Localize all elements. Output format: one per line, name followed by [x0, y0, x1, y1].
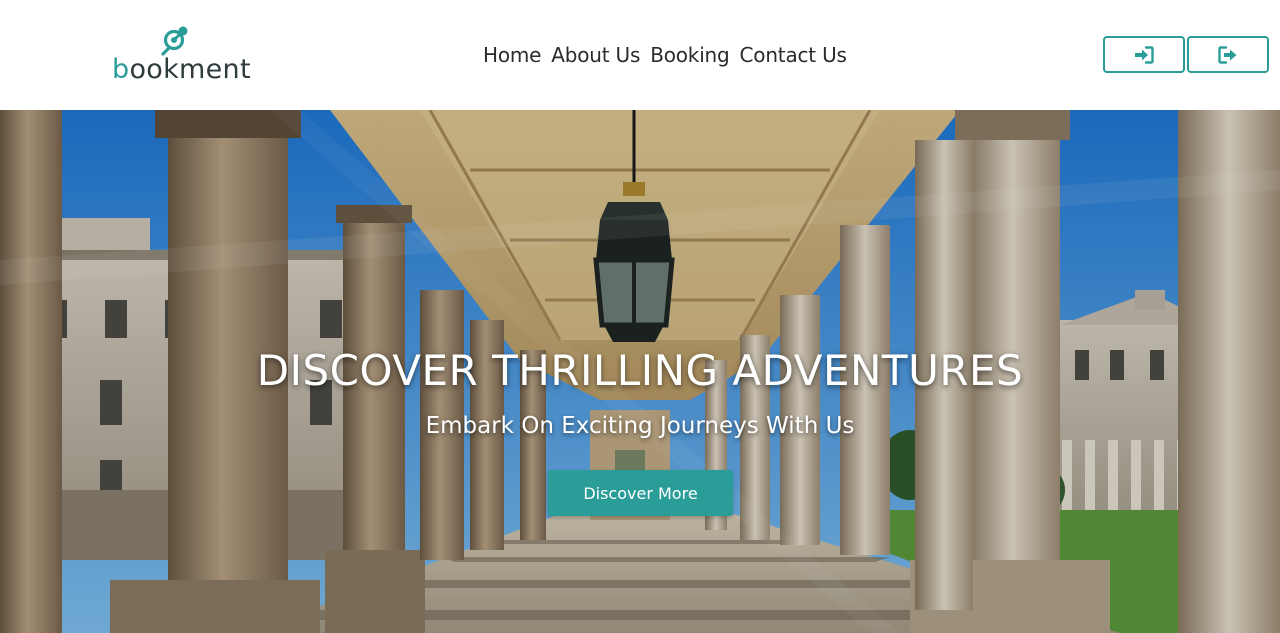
- hero-section: DISCOVER THRILLING ADVENTURES Embark On …: [0, 110, 1280, 633]
- main-nav: Home About Us Booking Contact Us: [478, 38, 852, 72]
- sign-in-icon: [1135, 45, 1154, 64]
- hero-title: DISCOVER THRILLING ADVENTURES: [256, 346, 1024, 395]
- site-header: bookment Home About Us Booking Contact U…: [0, 0, 1280, 110]
- login-button[interactable]: [1103, 36, 1185, 73]
- sign-out-icon: [1218, 45, 1237, 64]
- map-pin-icon: [161, 26, 188, 56]
- brand-name-rest: ookment: [129, 54, 251, 85]
- brand-logo[interactable]: bookment: [112, 24, 251, 86]
- nav-about-us[interactable]: About Us: [551, 38, 640, 72]
- nav-contact-us[interactable]: Contact Us: [740, 38, 847, 72]
- brand-name: bookment: [112, 54, 251, 86]
- logout-button[interactable]: [1187, 36, 1269, 73]
- brand-name-initial: b: [112, 54, 130, 85]
- nav-home[interactable]: Home: [483, 38, 541, 72]
- hero-subtitle: Embark On Exciting Journeys With Us: [425, 413, 855, 439]
- nav-booking[interactable]: Booking: [650, 38, 730, 72]
- discover-more-button[interactable]: Discover More: [548, 470, 733, 516]
